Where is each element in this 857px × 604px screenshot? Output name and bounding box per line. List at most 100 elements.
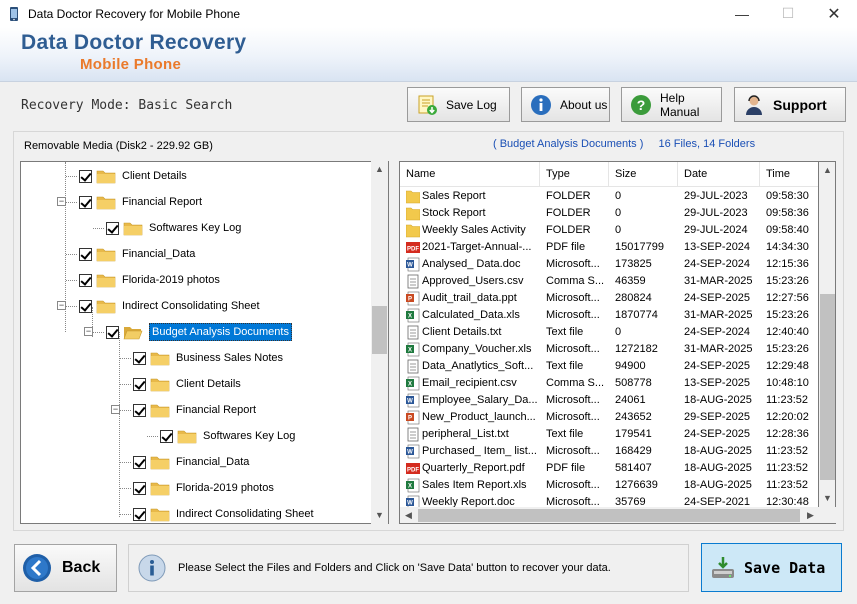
app-icon	[10, 6, 18, 21]
support-button[interactable]: Support	[734, 87, 846, 122]
file-row[interactable]: Weekly Sales Activity FOLDER 0 29-JUL-2024 0…	[400, 222, 818, 239]
tree-item[interactable]: Financial_Data	[120, 452, 249, 472]
file-size-cell: 0	[615, 207, 622, 219]
file-name-cell: 2021-Target-Annual-...	[422, 241, 532, 253]
tree-checkbox[interactable]	[79, 299, 92, 313]
tree-item[interactable]: Softwares Key Log	[93, 218, 241, 238]
tree-item-label: Financial Report	[176, 404, 257, 416]
column-size[interactable]: Size	[609, 162, 678, 187]
tree-scroll-down-icon[interactable]: ▼	[371, 507, 388, 524]
tree-checkbox[interactable]	[79, 169, 92, 183]
list-scroll-down-icon[interactable]: ▼	[819, 490, 836, 507]
tree-item[interactable]: − Indirect Consolidating Sheet	[57, 296, 260, 316]
tree-checkbox[interactable]	[133, 351, 146, 365]
folder-icon	[96, 170, 116, 183]
file-name-cell: Analysed_ Data.doc	[422, 258, 521, 270]
tree-checkbox[interactable]	[106, 325, 119, 339]
word-file-icon: W	[406, 444, 420, 459]
file-row[interactable]: Approved_Users.csv Comma S... 46359 31-MAR-…	[400, 273, 818, 290]
file-row[interactable]: Sales Report FOLDER 0 29-JUL-2023 09:58:30	[400, 188, 818, 205]
file-row[interactable]: W Employee_Salary_Da... Microsoft... 24061 1…	[400, 392, 818, 409]
maximize-button[interactable]: ☐	[765, 0, 811, 27]
file-time-cell: 09:58:40	[766, 224, 809, 236]
column-time[interactable]: Time	[760, 162, 818, 187]
tree-item[interactable]: Florida-2019 photos	[66, 270, 220, 290]
file-time-cell: 12:20:02	[766, 411, 809, 423]
file-row[interactable]: Data_Anatlytics_Soft... Text file 94900 24-…	[400, 358, 818, 375]
file-row[interactable]: Client Details.txt Text file 0 24-SEP-2024 1…	[400, 324, 818, 341]
tree-scrollbar[interactable]: ▲ ▼	[371, 161, 388, 524]
file-name-cell: peripheral_List.txt	[422, 428, 509, 440]
file-row[interactable]: X Email_recipient.csv Comma S... 508778 13-S…	[400, 375, 818, 392]
tree-checkbox[interactable]	[79, 247, 92, 261]
file-row[interactable]: Stock Report FOLDER 0 29-JUL-2023 09:58:36	[400, 205, 818, 222]
column-date[interactable]: Date	[678, 162, 760, 187]
tree-checkbox[interactable]	[133, 481, 146, 495]
save-data-button[interactable]: Save Data	[701, 543, 842, 592]
svg-text:W: W	[407, 450, 413, 456]
tree-item[interactable]: Client Details	[120, 374, 241, 394]
tree-checkbox[interactable]	[133, 403, 146, 417]
tree-item[interactable]: − Financial Report	[111, 400, 257, 420]
file-row[interactable]: W Analysed_ Data.doc Microsoft... 173825 24-…	[400, 256, 818, 273]
svg-text:PDF: PDF	[407, 247, 419, 253]
excel-file-icon: X	[406, 478, 420, 493]
help-manual-button[interactable]: ? Help Manual	[621, 87, 722, 122]
list-vscroll-thumb[interactable]	[820, 294, 835, 480]
tree-item[interactable]: Financial_Data	[66, 244, 195, 264]
tree-item[interactable]: Indirect Consolidating Sheet	[120, 504, 314, 523]
file-row[interactable]: peripheral_List.txt Text file 179541 24-SEP…	[400, 426, 818, 443]
support-person-icon	[746, 94, 762, 115]
file-size-cell: 508778	[615, 377, 652, 389]
tree-item[interactable]: Client Details	[66, 166, 187, 186]
tree-checkbox[interactable]	[160, 429, 173, 443]
tree-checkbox[interactable]	[133, 377, 146, 391]
recovery-mode-label: Recovery Mode: Basic Search	[21, 98, 233, 113]
file-list-vertical-scrollbar[interactable]: ▲ ▼	[819, 161, 836, 507]
info-icon	[531, 94, 551, 115]
file-row[interactable]: PDF 2021-Target-Annual-... PDF file 1501779…	[400, 239, 818, 256]
tree-item[interactable]: Florida-2019 photos	[120, 478, 274, 498]
list-scroll-right-icon[interactable]: ▶	[802, 507, 819, 524]
list-scroll-up-icon[interactable]: ▲	[819, 162, 836, 179]
tree-checkbox[interactable]	[133, 507, 146, 521]
tree-checkbox[interactable]	[106, 221, 119, 235]
file-row[interactable]: PDF Quarterly_Report.pdf PDF file 581407 18-…	[400, 460, 818, 477]
tree-scroll-thumb[interactable]	[372, 306, 387, 354]
tree-checkbox[interactable]	[79, 195, 92, 209]
about-us-button[interactable]: About us	[521, 87, 610, 122]
file-row[interactable]: X Sales Item Report.xls Microsoft... 127663…	[400, 477, 818, 494]
file-row[interactable]: X Company_Voucher.xls Microsoft... 1272182 3…	[400, 341, 818, 358]
folder-tree[interactable]: Client Details − Financial Report Softwares…	[20, 161, 389, 524]
file-size-cell: 581407	[615, 462, 652, 474]
save-log-button[interactable]: Save Log	[407, 87, 510, 122]
file-row[interactable]: X Calculated_Data.xls Microsoft... 1870774 3…	[400, 307, 818, 324]
file-time-cell: 11:23:52	[766, 479, 809, 491]
back-arrow-icon	[23, 554, 51, 582]
folder-icon	[150, 508, 170, 521]
minimize-button[interactable]: —	[719, 0, 765, 27]
list-hscroll-thumb[interactable]	[418, 509, 800, 522]
column-name[interactable]: Name	[400, 162, 540, 187]
tree-scroll-up-icon[interactable]: ▲	[371, 161, 388, 178]
file-list-horizontal-scrollbar[interactable]: ◀ ▶	[400, 507, 836, 524]
file-row[interactable]: P Audit_trail_data.ppt Microsoft... 280824 2…	[400, 290, 818, 307]
tree-checkbox[interactable]	[133, 455, 146, 469]
file-row[interactable]: W Purchased_ Item_ list... Microsoft... 168…	[400, 443, 818, 460]
tree-item[interactable]: Business Sales Notes	[120, 348, 283, 368]
list-scroll-left-icon[interactable]: ◀	[400, 507, 417, 524]
column-type[interactable]: Type	[540, 162, 609, 187]
file-type-cell: FOLDER	[546, 207, 591, 219]
file-type-cell: Microsoft...	[546, 479, 600, 491]
file-row[interactable]: P New_Product_launch... Microsoft... 243652…	[400, 409, 818, 426]
close-button[interactable]: ✕	[811, 0, 857, 27]
file-type-cell: PDF file	[546, 462, 586, 474]
tree-checkbox[interactable]	[79, 273, 92, 287]
back-button[interactable]: Back	[14, 544, 117, 592]
help-icon: ?	[631, 94, 651, 115]
tree-item[interactable]: Softwares Key Log	[147, 426, 295, 446]
excel-file-icon: X	[406, 342, 420, 357]
tree-item[interactable]: − Financial Report	[57, 192, 202, 212]
file-type-cell: Microsoft...	[546, 292, 600, 304]
tree-item[interactable]: − Budget Analysis Documents	[84, 322, 292, 342]
